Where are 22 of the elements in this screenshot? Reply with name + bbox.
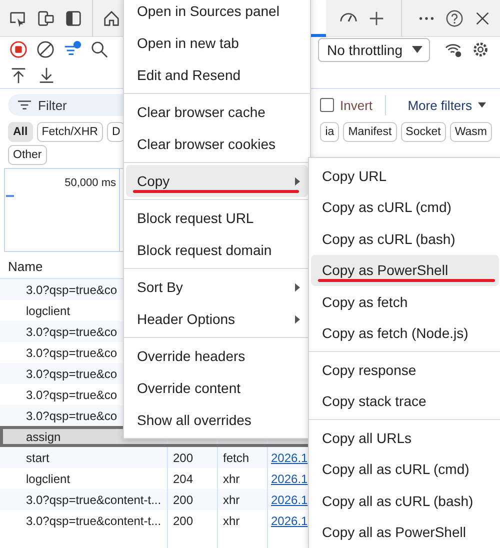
invert-label: Invert: [340, 98, 373, 112]
request-name: logclient: [26, 472, 70, 486]
request-name: 3.0?qsp=true&content-t...: [26, 514, 162, 528]
request-name: logclient: [26, 304, 70, 318]
time-label: 50,000 ms: [64, 177, 116, 189]
type-cell: xhr: [223, 472, 240, 486]
type-cell: xhr: [223, 492, 240, 506]
request-name: start: [26, 450, 50, 464]
request-name: 3.0?qsp=true&co: [26, 282, 118, 296]
status-cell: 200: [173, 450, 194, 464]
type-cell: xhr: [223, 514, 240, 528]
request-name: 3.0?qsp=true&co: [26, 366, 118, 380]
type-cell: fetch: [223, 450, 250, 464]
status-cell: 204: [173, 472, 194, 486]
request-name: 3.0?qsp=true&content-t...: [26, 492, 162, 506]
request-name: 3.0?qsp=true&co: [26, 324, 118, 338]
request-name: 3.0?qsp=true&co: [26, 346, 118, 360]
request-name: assign: [26, 430, 61, 444]
status-cell: 200: [173, 514, 194, 528]
request-name: 3.0?qsp=true&co: [26, 408, 118, 422]
request-name: 3.0?qsp=true&co: [26, 388, 118, 402]
status-cell: 200: [173, 492, 194, 506]
